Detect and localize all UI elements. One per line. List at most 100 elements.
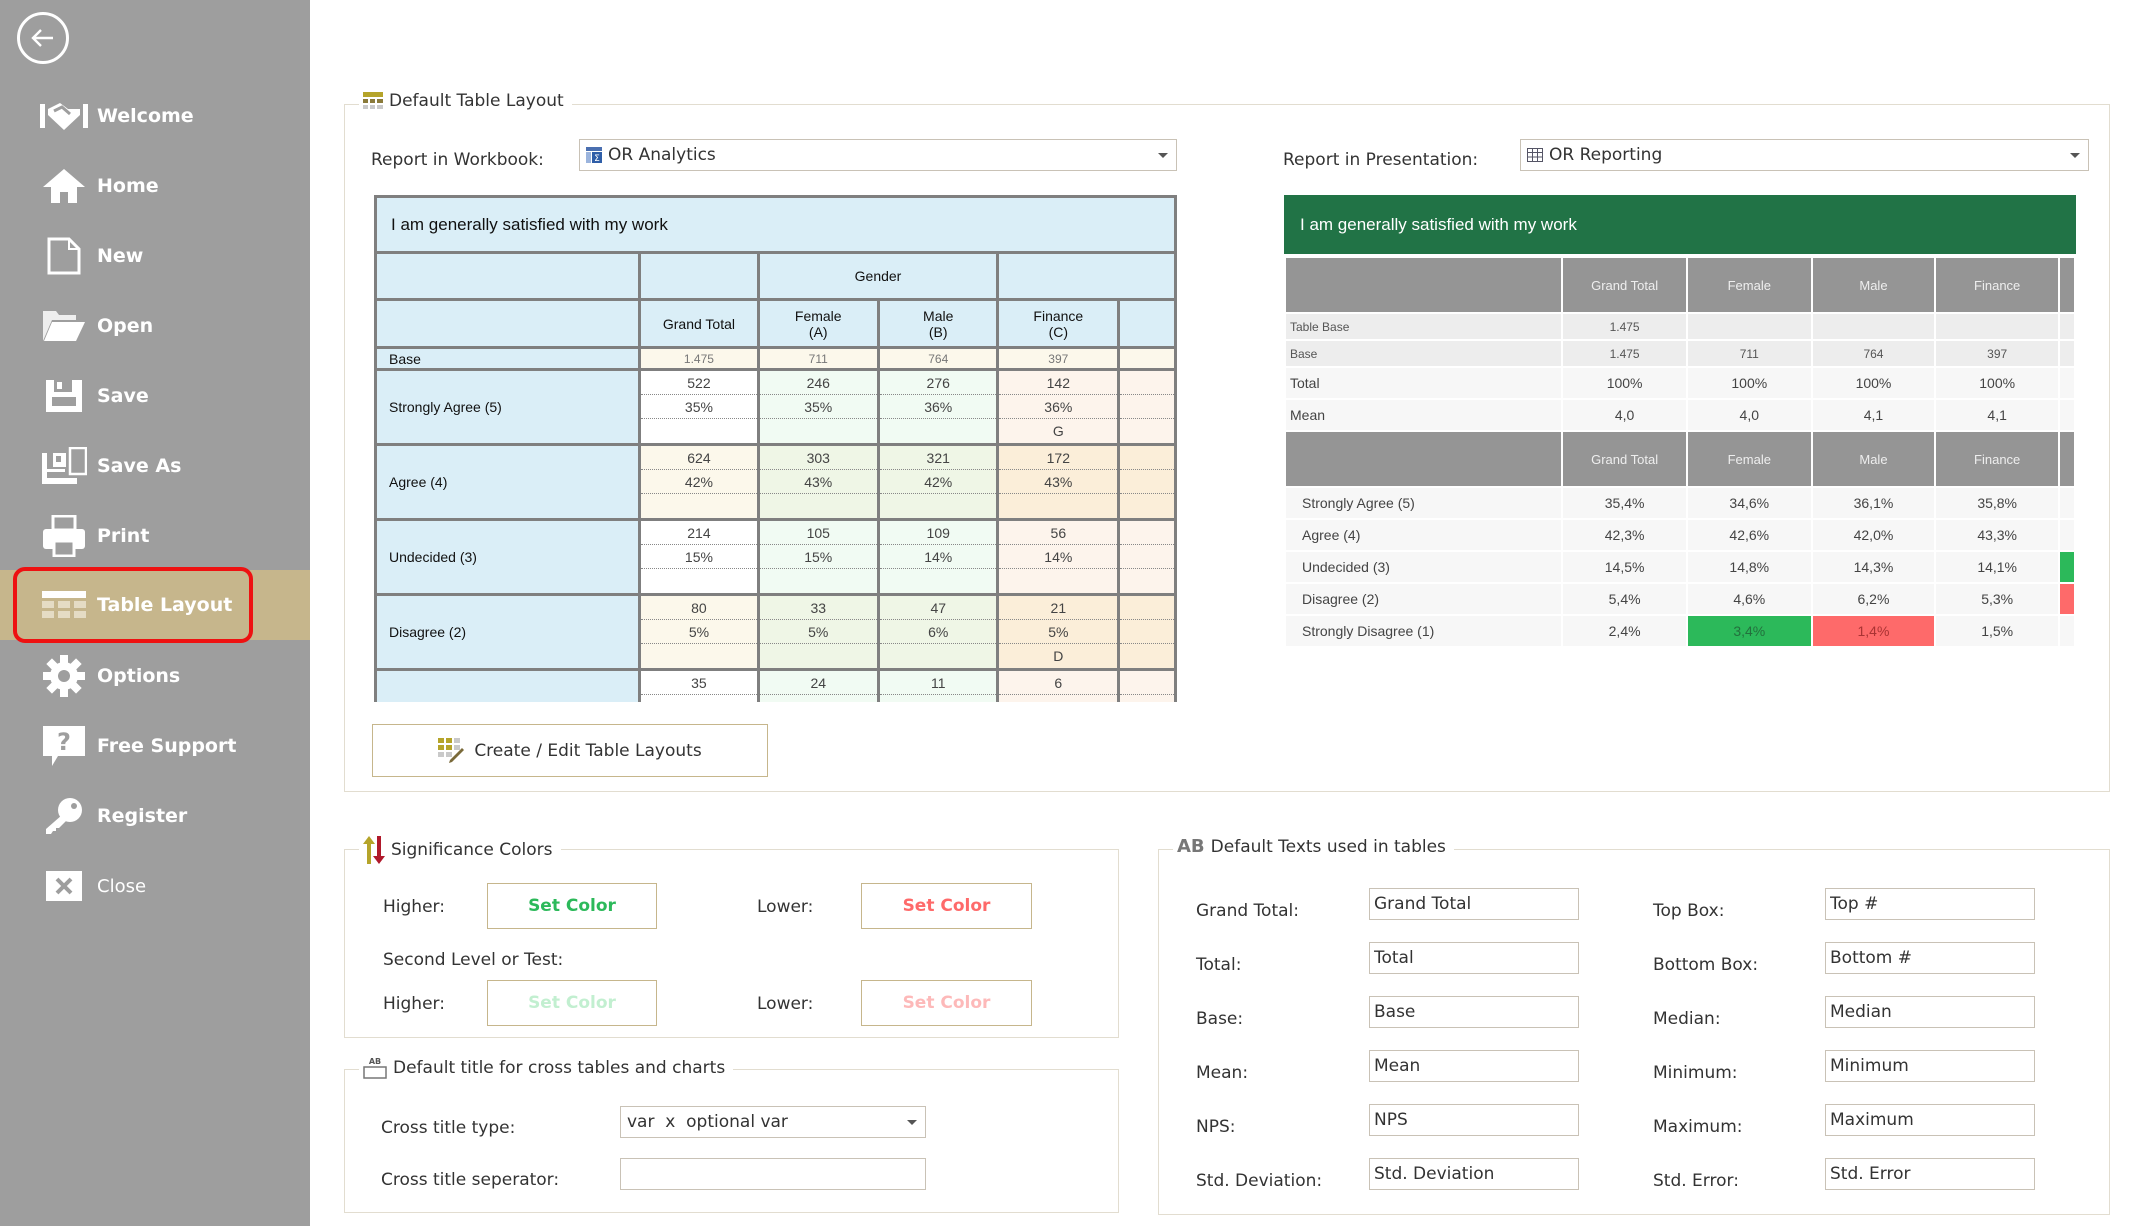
sidebar-item-welcome[interactable]: Welcome: [0, 81, 310, 151]
lower-label: Lower:: [757, 897, 814, 917]
table-layout-icon: [40, 583, 88, 627]
presentation-report-select[interactable]: OR Reporting: [1520, 139, 2089, 171]
row-label: Strongly Agree (5): [1284, 486, 1564, 520]
group-title: AB Default title for cross tables and ch…: [359, 1056, 734, 1080]
set-color-label: Set Color: [528, 896, 616, 916]
default-text-input[interactable]: [1369, 1050, 1579, 1082]
column-header: Finance (C): [996, 298, 1121, 349]
row-label: Undecided (3): [374, 518, 642, 596]
data-cell: 14,3%: [1810, 550, 1937, 584]
percent-value: [1120, 695, 1174, 702]
default-text-input[interactable]: [1825, 942, 2035, 974]
folder-open-icon: [40, 304, 88, 348]
default-text-input[interactable]: [1369, 888, 1579, 920]
cross-title-type-select[interactable]: var x optional var: [620, 1106, 926, 1138]
workbook-report-select[interactable]: Σ OR Analytics: [579, 139, 1177, 171]
default-text-input[interactable]: [1369, 1158, 1579, 1190]
percent-value: [1120, 470, 1174, 494]
key-icon: [40, 794, 88, 838]
count-value: 214: [641, 521, 757, 545]
default-text-input[interactable]: [1369, 942, 1579, 974]
sidebar: Welcome Home New Open Save Save As Print…: [0, 0, 310, 1226]
data-cell: 80 5%: [638, 593, 760, 671]
default-text-input[interactable]: [1825, 888, 2035, 920]
default-text-input[interactable]: [1825, 996, 2035, 1028]
sidebar-item-label: Home: [97, 175, 159, 197]
count-value: 6: [999, 671, 1118, 695]
sidebar-item-options[interactable]: Options: [0, 641, 310, 711]
sidebar-item-save[interactable]: Save: [0, 361, 310, 431]
data-cell: 100%: [1934, 366, 2061, 400]
sidebar-item-table-layout[interactable]: Table Layout: [0, 570, 310, 640]
sidebar-item-new[interactable]: New: [0, 221, 310, 291]
handshake-icon: [40, 94, 88, 138]
sidebar-item-print[interactable]: Print: [0, 501, 310, 571]
count-value: 80: [641, 596, 757, 620]
create-edit-table-layouts-button[interactable]: Create / Edit Table Layouts: [372, 724, 768, 777]
percent-value: 36%: [879, 395, 997, 419]
sidebar-item-register[interactable]: Register: [0, 781, 310, 851]
header-row: Grand Total Female Male Finance: [1284, 430, 2076, 488]
ab-icon: AB: [1177, 836, 1205, 857]
sidebar-item-label: Save As: [97, 455, 182, 477]
default-text-label: Mean:: [1196, 1063, 1249, 1083]
sidebar-item-free-support[interactable]: ? Free Support: [0, 711, 310, 781]
sidebar-item-save-as[interactable]: Save As: [0, 431, 310, 501]
table-row: Undecided (3) 214 15% 105 15% 109 14% 56 14%: [374, 518, 1177, 596]
group-title-text: Significance Colors: [391, 840, 553, 860]
percent-value: [1120, 545, 1174, 569]
row-label: Mean: [1284, 398, 1564, 432]
set-higher-color-button[interactable]: Set Color: [487, 883, 657, 929]
data-cell: 43,3%: [1934, 518, 2061, 552]
set-lower-color-button[interactable]: Set Color: [861, 883, 1032, 929]
count-value: 35: [641, 671, 757, 695]
data-cell: 1,5%: [1934, 614, 2061, 648]
percent-value: 2%: [999, 695, 1117, 702]
default-text-input[interactable]: [1825, 1050, 2035, 1082]
table-layout-icon: [363, 92, 383, 109]
column-header-letter: (A): [808, 323, 828, 340]
data-cell: 397: [1934, 339, 2061, 368]
gear-icon: [40, 654, 88, 698]
table-row: Strongly Disagree (1) 2,4% 3,4% 1,4% 1,5%: [1284, 614, 2076, 648]
set-color-label: Set Color: [902, 896, 991, 916]
back-button[interactable]: [17, 12, 69, 64]
significance-letter: [1120, 569, 1174, 593]
column-header-letter: (C): [1048, 323, 1069, 340]
data-cell: 14,5%: [1561, 550, 1688, 584]
default-text-label: NPS:: [1196, 1117, 1236, 1137]
set-higher-second-color-button[interactable]: Set Color: [487, 980, 657, 1026]
significance-letter: D: [1053, 648, 1064, 664]
default-text-input[interactable]: [1369, 996, 1579, 1028]
data-cell: 303 43%: [756, 443, 880, 521]
percent-value: 5%: [641, 620, 757, 644]
cross-title-separator-input[interactable]: [620, 1158, 926, 1190]
percent-value: 5%: [759, 620, 877, 644]
default-text-label: Std. Error:: [1653, 1171, 1739, 1191]
count-value: 303: [759, 446, 877, 470]
data-cell: 276 36%: [876, 368, 1000, 446]
sidebar-item-open[interactable]: Open: [0, 291, 310, 361]
sidebar-item-home[interactable]: Home: [0, 151, 310, 221]
data-cell: 109 14%: [876, 518, 1000, 596]
count-value: [1120, 371, 1174, 395]
row-label: Disagree (2): [374, 593, 642, 671]
count-value: 172: [999, 446, 1118, 470]
data-cell: 352%: [638, 668, 760, 702]
row-label: Undecided (3): [1284, 550, 1564, 584]
presentation-report-value: OR Reporting: [1549, 145, 1663, 165]
printer-icon: [40, 514, 88, 558]
data-cell: 1.475: [1561, 312, 1688, 341]
sidebar-item-close[interactable]: Close: [0, 851, 310, 921]
chevron-down-icon: [1158, 153, 1168, 158]
default-text-input[interactable]: [1369, 1104, 1579, 1136]
set-lower-second-color-button[interactable]: Set Color: [861, 980, 1032, 1026]
default-text-input[interactable]: [1825, 1158, 2035, 1190]
base-cell: 711: [756, 346, 880, 371]
sidebar-item-label: Print: [97, 525, 150, 547]
data-cell: 100%: [1810, 366, 1937, 400]
data-cell: 711: [1685, 339, 1813, 368]
table-row: Total 100% 100% 100% 100%: [1284, 366, 2076, 400]
default-text-input[interactable]: [1825, 1104, 2035, 1136]
data-cell: 321 42%: [876, 443, 1000, 521]
